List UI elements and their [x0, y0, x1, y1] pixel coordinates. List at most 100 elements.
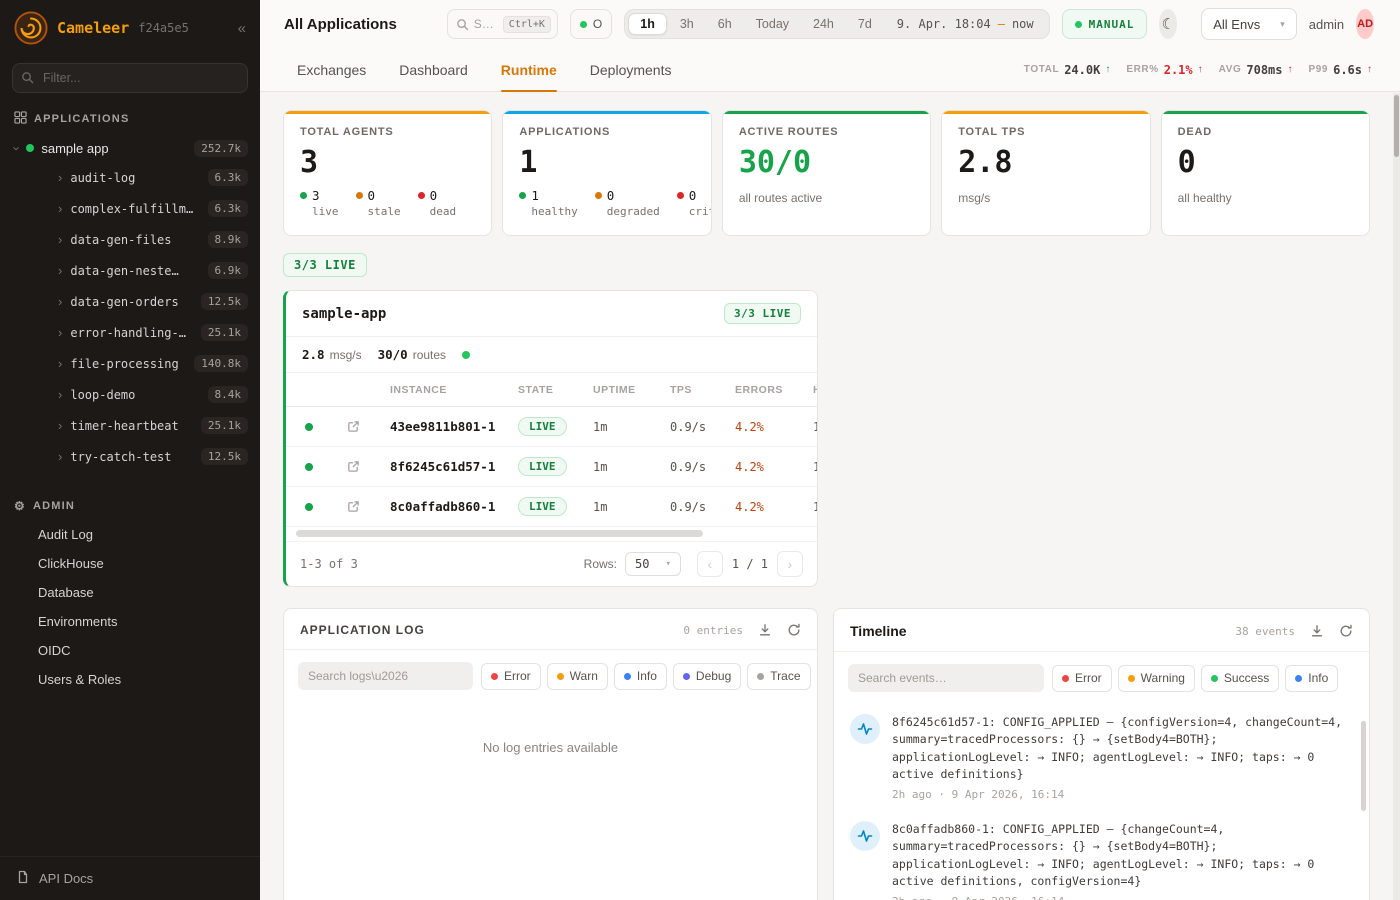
sidebar-item-clickhouse[interactable]: ClickHouse — [0, 549, 260, 578]
timeline-event[interactable]: 8c0affadb860-1: CONFIG_APPLIED — {change… — [850, 811, 1353, 900]
card-value: 0 — [1178, 145, 1353, 180]
header-metrics: TOTAL24.0K↑ ERR%2.1%↑ AVG708ms↑ P996.6s↑ — [1024, 48, 1372, 91]
timeline-panel: Timeline 38 events Error Warning Success — [833, 608, 1370, 900]
instance-row[interactable]: 8f6245c61d57-1 LIVE 1m 0.9/s 4.2% 100% — [286, 447, 817, 487]
sidebar-item-error-handling[interactable]: ›error-handling-…25.1k — [0, 317, 260, 348]
refresh-icon[interactable] — [787, 623, 801, 637]
tab-runtime[interactable]: Runtime — [501, 48, 557, 91]
filter-chip-trace[interactable]: Trace — [747, 663, 810, 690]
timeline-header: Timeline 38 events — [834, 609, 1369, 652]
sidebar-item-try-catch-test[interactable]: ›try-catch-test12.5k — [0, 441, 260, 472]
log-search-input[interactable] — [298, 662, 473, 690]
trend-up-icon: ↑ — [1367, 64, 1372, 75]
topbar: All Applications Ctrl+K O 1h 3h 6h Today… — [260, 0, 1400, 48]
card-active-routes: ACTIVE ROUTES 30/0 all routes active — [722, 110, 931, 236]
range-7d[interactable]: 7d — [847, 13, 883, 35]
scrollbar-thumb[interactable] — [1394, 95, 1399, 157]
sidebar-collapse-button[interactable]: « — [238, 20, 246, 37]
instance-id: 8f6245c61d57-1 — [374, 459, 504, 474]
external-link-icon[interactable] — [347, 500, 360, 513]
sidebar-item-data-gen-nested[interactable]: ›data-gen-neste…6.9k — [0, 255, 260, 286]
horizontal-scrollbar[interactable] — [296, 530, 811, 538]
download-icon[interactable] — [758, 623, 772, 637]
filter-chip-warning[interactable]: Warning — [1118, 665, 1195, 692]
gear-icon: ⚙ — [14, 499, 26, 513]
state-badge: LIVE — [518, 497, 567, 516]
sidebar-item-environments[interactable]: Environments — [0, 607, 260, 636]
tree-item-label: audit-log — [70, 171, 135, 185]
column-uptime: UPTIME — [580, 384, 652, 396]
range-1h[interactable]: 1h — [628, 13, 667, 35]
chevron-right-icon: › — [58, 450, 62, 463]
filter-chip-error[interactable]: Error — [481, 663, 541, 690]
timeline-scrollbar-thumb[interactable] — [1361, 721, 1366, 811]
avatar[interactable]: AD — [1356, 9, 1374, 39]
sidebar-item-data-gen-orders[interactable]: ›data-gen-orders12.5k — [0, 286, 260, 317]
sidebar-item-data-gen-files[interactable]: ›data-gen-files8.9k — [0, 224, 260, 255]
live-status-badge: 3/3 LIVE — [283, 253, 367, 277]
next-page-button[interactable]: › — [777, 551, 803, 577]
event-message: 8f6245c61d57-1: CONFIG_APPLIED — {config… — [892, 714, 1353, 783]
range-6h[interactable]: 6h — [707, 13, 743, 35]
api-docs-link[interactable]: API Docs — [0, 856, 260, 900]
card-subtitle: msg/s — [958, 191, 1133, 205]
timeline-search-input[interactable] — [848, 664, 1044, 692]
sidebar-item-file-processing[interactable]: ›file-processing140.8k — [0, 348, 260, 379]
sidebar-item-audit-log-admin[interactable]: Audit Log — [0, 520, 260, 549]
filter-chip-warn[interactable]: Warn — [547, 663, 608, 690]
caret-down-icon: ▾ — [665, 559, 670, 569]
sidebar-item-timer-heartbeat[interactable]: ›timer-heartbeat25.1k — [0, 410, 260, 441]
timeline-event[interactable]: 8f6245c61d57-1: CONFIG_APPLIED — {config… — [850, 704, 1353, 811]
sidebar-item-sample-app[interactable]: › sample app 252.7k — [0, 134, 260, 162]
range-3h[interactable]: 3h — [669, 13, 705, 35]
instance-id: 8c0affadb860-1 — [374, 499, 504, 514]
sidebar-filter-input[interactable] — [12, 63, 248, 93]
external-link-icon[interactable] — [347, 460, 360, 473]
filter-chip-debug[interactable]: Debug — [673, 663, 741, 690]
sidebar-item-complex-fulfillment[interactable]: ›complex-fulfillm…6.3k — [0, 193, 260, 224]
env-select[interactable]: All Envs ▾ — [1201, 8, 1297, 40]
card-subtitle: all healthy — [1178, 191, 1353, 205]
sidebar-item-database[interactable]: Database — [0, 578, 260, 607]
trend-up-icon: ↑ — [1288, 64, 1293, 75]
status-dot — [26, 144, 34, 152]
instance-row[interactable]: 8c0affadb860-1 LIVE 1m 0.9/s 4.2% 100% — [286, 487, 817, 527]
filter-chip-success[interactable]: Success — [1201, 665, 1279, 692]
scrollbar-thumb[interactable] — [296, 530, 703, 537]
download-icon[interactable] — [1310, 624, 1324, 638]
sidebar-item-users-roles[interactable]: Users & Roles — [0, 665, 260, 694]
sidebar-item-audit-log[interactable]: ›audit-log6.3k — [0, 162, 260, 193]
instance-row[interactable]: 43ee9811b801-1 LIVE 1m 0.9/s 4.2% 100% — [286, 407, 817, 447]
global-search-input[interactable] — [474, 17, 498, 31]
page-scrollbar[interactable] — [1393, 93, 1400, 900]
application-log-panel: APPLICATION LOG 0 entries Error Warn Inf — [283, 608, 818, 900]
tab-exchanges[interactable]: Exchanges — [297, 48, 366, 91]
sidebar-item-oidc[interactable]: OIDC — [0, 636, 260, 665]
online-status-label: O — [593, 17, 602, 31]
filter-chip-info[interactable]: Info — [614, 663, 667, 690]
refresh-icon[interactable] — [1339, 624, 1353, 638]
tree-item-count: 6.9k — [208, 262, 249, 279]
prev-page-button[interactable]: ‹ — [697, 551, 723, 577]
tab-dashboard[interactable]: Dashboard — [399, 48, 468, 91]
tab-deployments[interactable]: Deployments — [590, 48, 672, 91]
page-title: All Applications — [284, 16, 397, 33]
filter-chip-info[interactable]: Info — [1285, 665, 1338, 692]
level-dot — [624, 673, 631, 680]
applications-icon — [14, 111, 27, 127]
rows-per-page-select[interactable]: 50 ▾ — [625, 552, 681, 576]
external-link-icon[interactable] — [347, 420, 360, 433]
instance-tps: 0.9/s — [652, 500, 730, 514]
filter-chip-error[interactable]: Error — [1052, 665, 1112, 692]
online-status-pill[interactable]: O — [570, 9, 612, 39]
sidebar-item-loop-demo[interactable]: ›loop-demo8.4k — [0, 379, 260, 410]
type-dot — [1062, 675, 1069, 682]
global-search[interactable]: Ctrl+K — [447, 9, 558, 39]
tree-root-label: sample app — [41, 141, 108, 156]
range-today[interactable]: Today — [745, 13, 800, 35]
range-24h[interactable]: 24h — [802, 13, 845, 35]
activity-icon — [857, 721, 873, 737]
dark-mode-toggle[interactable]: ☾ — [1159, 9, 1177, 39]
log-panel-header: APPLICATION LOG 0 entries — [284, 609, 817, 650]
manual-refresh-button[interactable]: MANUAL — [1062, 9, 1148, 39]
